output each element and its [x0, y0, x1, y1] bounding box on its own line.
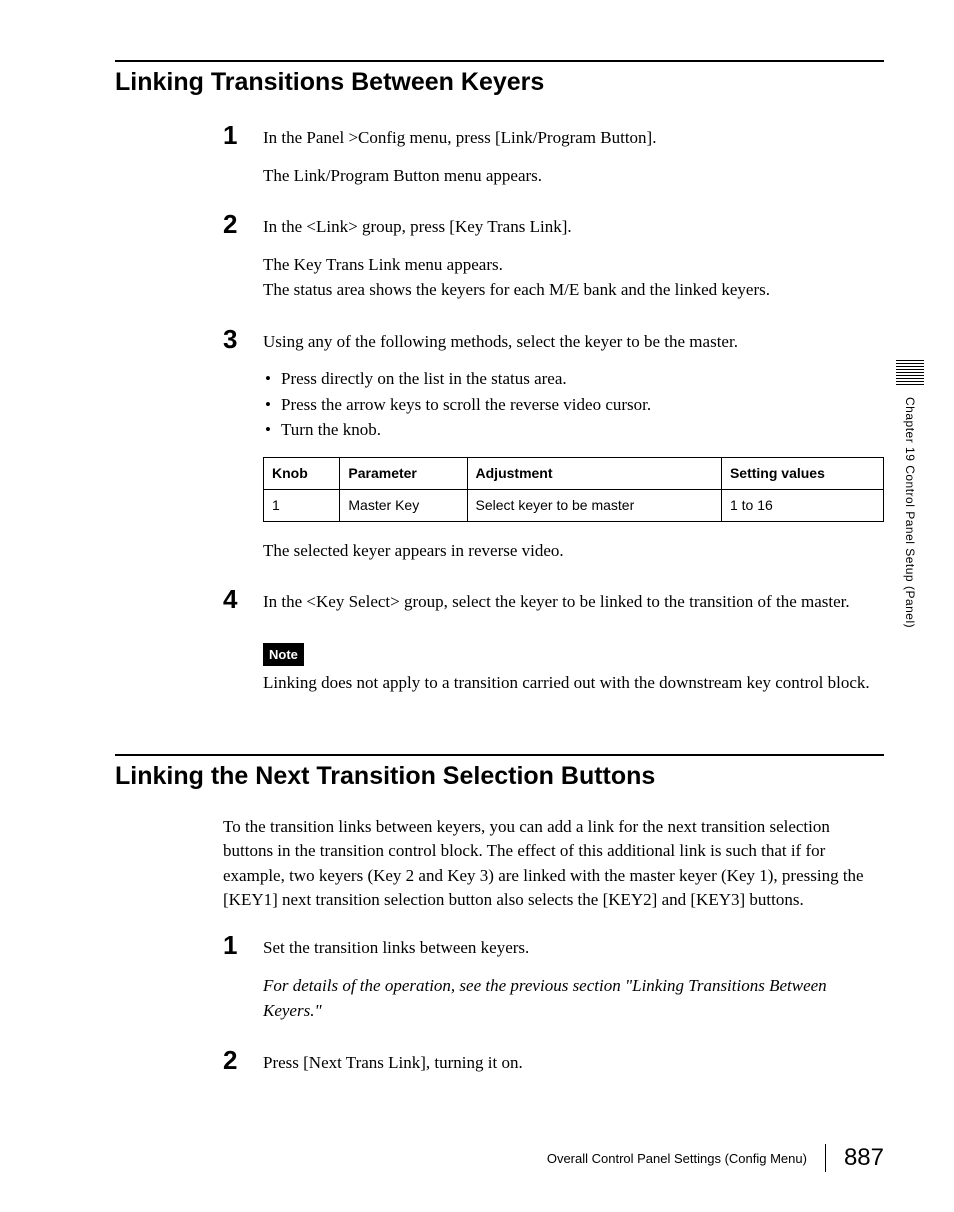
- table-row: 1 Master Key Select keyer to be master 1…: [264, 489, 884, 521]
- step-text: In the Panel >Config menu, press [Link/P…: [263, 125, 884, 151]
- step-number: 1: [223, 931, 263, 1036]
- step-number: 2: [223, 210, 263, 315]
- page-number: 887: [844, 1144, 884, 1172]
- table-header-row: Knob Parameter Adjustment Setting values: [264, 457, 884, 489]
- section2-intro: To the transition links between keyers, …: [223, 815, 884, 914]
- bullet-item: Press directly on the list in the status…: [281, 366, 884, 392]
- step-number: 3: [223, 325, 263, 576]
- bullet-item: Turn the knob.: [281, 417, 884, 443]
- step-text: Set the transition links between keyers.: [263, 935, 884, 961]
- footer-divider: [825, 1144, 826, 1172]
- td-knob: 1: [264, 489, 340, 521]
- td-adjustment: Select keyer to be master: [467, 489, 721, 521]
- side-tab: Chapter 19 Control Panel Setup (Panel): [896, 360, 924, 628]
- parameter-table: Knob Parameter Adjustment Setting values…: [263, 457, 884, 522]
- step-text: In the <Key Select> group, select the ke…: [263, 589, 884, 615]
- bullet-list: Press directly on the list in the status…: [281, 366, 884, 443]
- section2-title: Linking the Next Transition Selection Bu…: [115, 754, 884, 791]
- td-parameter: Master Key: [340, 489, 467, 521]
- td-setting: 1 to 16: [721, 489, 883, 521]
- th-setting: Setting values: [721, 457, 883, 489]
- th-parameter: Parameter: [340, 457, 467, 489]
- step-4: 4 In the <Key Select> group, select the …: [223, 585, 884, 708]
- step-number: 2: [223, 1046, 263, 1088]
- note-text: Linking does not apply to a transition c…: [263, 670, 884, 696]
- step-2: 2 Press [Next Trans Link], turning it on…: [223, 1046, 884, 1088]
- step-2: 2 In the <Link> group, press [Key Trans …: [223, 210, 884, 315]
- section1-title: Linking Transitions Between Keyers: [115, 60, 884, 97]
- step-text: In the <Link> group, press [Key Trans Li…: [263, 214, 884, 240]
- step-text: The Link/Program Button menu appears.: [263, 163, 884, 189]
- th-knob: Knob: [264, 457, 340, 489]
- step-1: 1 In the Panel >Config menu, press [Link…: [223, 121, 884, 200]
- thumb-index-icon: [896, 360, 924, 387]
- bullet-item: Press the arrow keys to scroll the rever…: [281, 392, 884, 418]
- step-1: 1 Set the transition links between keyer…: [223, 931, 884, 1036]
- note-badge: Note: [263, 643, 304, 667]
- chapter-label: Chapter 19 Control Panel Setup (Panel): [903, 397, 917, 628]
- step-number: 1: [223, 121, 263, 200]
- step-text: Press [Next Trans Link], turning it on.: [263, 1050, 884, 1076]
- th-adjustment: Adjustment: [467, 457, 721, 489]
- step-text: The Key Trans Link menu appears. The sta…: [263, 252, 884, 303]
- step-3: 3 Using any of the following methods, se…: [223, 325, 884, 576]
- step-number: 4: [223, 585, 263, 708]
- step-reference: For details of the operation, see the pr…: [263, 973, 884, 1024]
- footer-section-name: Overall Control Panel Settings (Config M…: [547, 1151, 807, 1166]
- step-text: The selected keyer appears in reverse vi…: [263, 538, 884, 564]
- step-text: Using any of the following methods, sele…: [263, 329, 884, 355]
- page-footer: Overall Control Panel Settings (Config M…: [547, 1144, 884, 1172]
